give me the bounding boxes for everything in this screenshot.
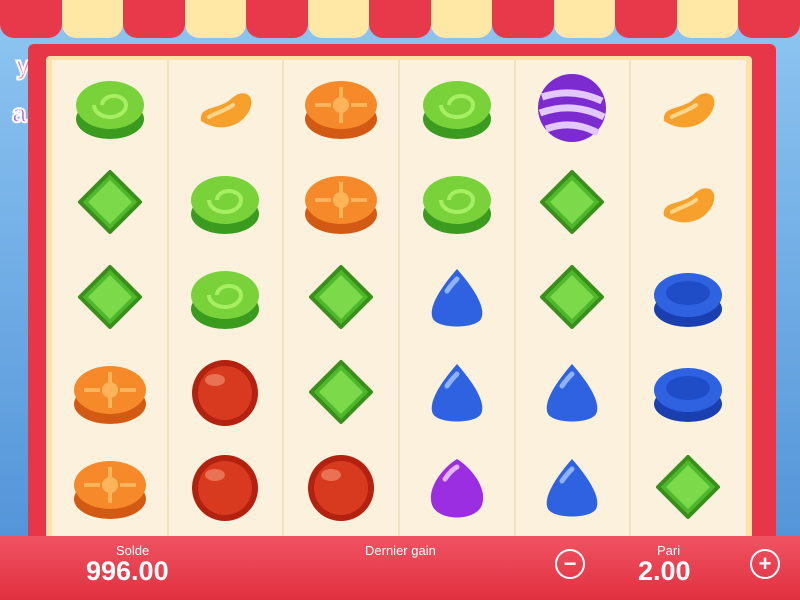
reel-cell: [630, 345, 746, 441]
reel-cell: [514, 60, 631, 156]
blue-drop-candy-icon: [431, 364, 483, 422]
orange-flower-candy-icon: [73, 366, 146, 425]
reel-cell: [167, 440, 284, 536]
orange-flower-candy-icon: [73, 461, 146, 520]
reel-cell: [514, 345, 631, 441]
reel-cell: [398, 155, 515, 251]
awning: [0, 0, 800, 46]
reel-cell: [52, 155, 168, 251]
purple-striped-candy-icon: [538, 73, 607, 142]
bet-value: 2.00: [638, 556, 691, 586]
green-gem-candy-icon: [540, 264, 605, 329]
svg-text:a: a: [12, 98, 27, 128]
reel-cell: [398, 440, 515, 536]
orange-bean-candy-icon: [664, 92, 715, 127]
red-ball-candy-icon: [308, 455, 375, 522]
blue-drop-candy-icon: [431, 268, 483, 327]
plus-icon: +: [758, 551, 772, 576]
green-swirl-candy-icon: [191, 175, 260, 234]
blue-disc-candy-icon: [654, 272, 723, 327]
orange-bean-candy-icon: [201, 92, 252, 127]
reel-cell: [283, 345, 399, 441]
increase-bet-button[interactable]: +: [750, 549, 780, 579]
reel-divider: [398, 60, 400, 536]
red-ball-candy-icon: [192, 360, 259, 427]
reel-cell: [167, 155, 284, 251]
reel-cell: [167, 60, 284, 156]
last-win-label: Dernier gain: [365, 543, 436, 558]
green-swirl-candy-icon: [75, 80, 144, 139]
reel-cell: [52, 250, 168, 346]
balance-value: 996.00: [86, 556, 169, 586]
reel-divider: [166, 60, 169, 536]
green-gem-candy-icon: [540, 169, 605, 234]
reel-cell: [398, 60, 515, 156]
reel-cell: [283, 155, 399, 251]
decrease-bet-button[interactable]: −: [555, 549, 585, 579]
green-gem-candy-icon: [309, 264, 374, 329]
reel-cell: [167, 250, 284, 346]
reel-cell: [514, 250, 631, 346]
reel-divider: [629, 60, 632, 536]
reel-cell: [514, 155, 631, 251]
reel-cell: [167, 345, 284, 441]
reel-divider: [513, 60, 516, 536]
reel-cell: [283, 440, 399, 536]
reel-cell: [630, 250, 746, 346]
green-gem-candy-icon: [656, 455, 721, 520]
orange-flower-candy-icon: [305, 80, 378, 139]
reel-cell: [398, 345, 515, 441]
reel-cell: [52, 345, 168, 441]
blue-disc-candy-icon: [654, 368, 723, 423]
reel-divider: [282, 60, 285, 536]
red-ball-candy-icon: [192, 455, 259, 522]
reel-cell: [630, 155, 746, 251]
green-swirl-candy-icon: [191, 270, 260, 329]
minus-icon: −: [563, 551, 577, 576]
reel-cell: [630, 440, 746, 536]
reel-cell: [630, 60, 746, 156]
reel-cell: [283, 60, 399, 156]
reel-cell: [283, 250, 399, 346]
reel-cell: [52, 60, 168, 156]
reel-cell: [514, 440, 631, 536]
green-swirl-candy-icon: [422, 175, 491, 234]
orange-bean-candy-icon: [664, 188, 715, 223]
reel-cell: [398, 250, 515, 346]
green-gem-candy-icon: [77, 169, 142, 234]
purple-drop-candy-icon: [430, 459, 483, 518]
reel-cell: [52, 440, 168, 536]
green-gem-candy-icon: [77, 264, 142, 329]
green-gem-candy-icon: [309, 360, 374, 425]
blue-drop-candy-icon: [547, 364, 598, 422]
blue-drop-candy-icon: [547, 459, 598, 517]
green-swirl-candy-icon: [422, 80, 491, 139]
orange-flower-candy-icon: [305, 175, 378, 234]
